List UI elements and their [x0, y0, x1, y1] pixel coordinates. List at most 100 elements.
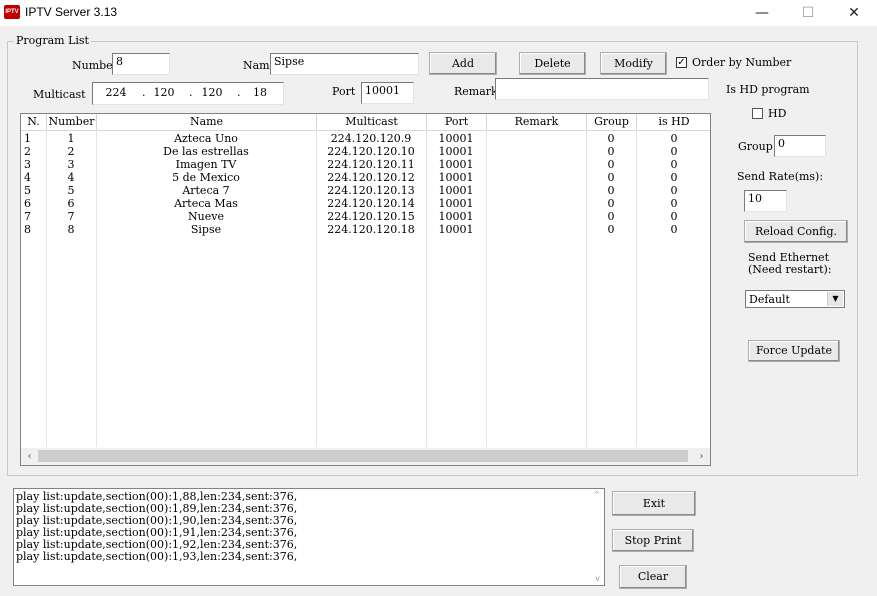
cell-name: Azteca Uno	[174, 132, 238, 145]
number-field[interactable]: 8	[112, 53, 170, 75]
table-row[interactable]: 3 3 Imagen TV 224.120.120.11 10001 0 0	[21, 158, 710, 171]
force-update-button[interactable]: Force Update	[748, 340, 840, 362]
column-header-name[interactable]: Name	[97, 114, 317, 130]
table-row[interactable]: 1 1 Azteca Uno 224.120.120.9 10001 0 0	[21, 132, 710, 145]
minimize-button[interactable]: —	[739, 0, 785, 26]
add-button[interactable]: Add	[429, 52, 497, 75]
cell-is-hd: 0	[670, 171, 678, 184]
column-header-multicast[interactable]: Multicast	[317, 114, 427, 130]
ip-separator: .	[237, 86, 241, 99]
is-hd-program-label: Is HD program	[726, 83, 810, 96]
group-field[interactable]: 0	[774, 135, 826, 157]
cell-remark	[487, 223, 585, 236]
cell-name: 5 de Mexico	[172, 171, 240, 184]
multicast-ip-field[interactable]: 224 . 120 . 120 . 18	[92, 82, 284, 105]
multicast-octet-4[interactable]: 18	[245, 86, 275, 99]
multicast-octet-1[interactable]: 224	[101, 86, 131, 99]
app-icon: IPTV	[4, 5, 20, 19]
cell-name: De las estrellas	[163, 145, 249, 158]
cell-port: 10001	[438, 223, 474, 236]
cell-multicast: 224.120.120.11	[327, 158, 415, 171]
cell-group: 0	[607, 171, 615, 184]
ip-separator: .	[189, 86, 193, 99]
send-rate-label: Send Rate(ms):	[737, 170, 824, 183]
cell-name: Imagen TV	[175, 158, 237, 171]
cell-number: 6	[67, 197, 75, 210]
stop-print-button[interactable]: Stop Print	[612, 529, 694, 552]
table-row[interactable]: 2 2 De las estrellas 224.120.120.10 1000…	[21, 145, 710, 158]
cell-n: 8	[24, 223, 31, 236]
cell-n: 5	[24, 184, 31, 197]
scroll-up-icon[interactable]: ^	[593, 490, 600, 499]
maximize-button[interactable]: ☐	[785, 0, 831, 26]
cell-number: 3	[67, 158, 75, 171]
table-row[interactable]: 7 7 Nueve 224.120.120.15 10001 0 0	[21, 210, 710, 223]
cell-remark	[487, 197, 585, 210]
chevron-down-icon[interactable]: ▼	[827, 292, 843, 306]
scroll-down-icon[interactable]: v	[595, 574, 600, 583]
send-rate-field[interactable]: 10	[744, 190, 787, 212]
log-line: play list:update,section(00):1,93,len:23…	[16, 550, 298, 563]
cell-group: 0	[607, 223, 615, 236]
cell-multicast: 224.120.120.18	[327, 223, 415, 236]
cell-multicast: 224.120.120.14	[327, 197, 415, 210]
ethernet-selected-value: Default	[749, 293, 790, 306]
close-button[interactable]: ✕	[831, 0, 877, 26]
multicast-label: Multicast	[33, 88, 86, 101]
column-header-remark[interactable]: Remark	[487, 114, 587, 130]
multicast-octet-3[interactable]: 120	[197, 86, 227, 99]
clear-button[interactable]: Clear	[619, 565, 687, 589]
cell-group: 0	[607, 210, 615, 223]
cell-port: 10001	[438, 184, 474, 197]
table-row[interactable]: 6 6 Arteca Mas 224.120.120.14 10001 0 0	[21, 197, 710, 210]
port-label: Port	[332, 85, 356, 98]
column-header-group[interactable]: Group	[587, 114, 637, 130]
cell-remark	[487, 210, 585, 223]
hd-checkbox[interactable]	[752, 108, 763, 119]
table-row[interactable]: 8 8 Sipse 224.120.120.18 10001 0 0	[21, 223, 710, 236]
scroll-right-icon[interactable]: ›	[693, 448, 710, 465]
order-by-number-label: Order by Number	[692, 56, 792, 69]
cell-port: 10001	[438, 197, 474, 210]
cell-n: 1	[24, 132, 31, 145]
column-header-port[interactable]: Port	[427, 114, 487, 130]
cell-number: 5	[67, 184, 75, 197]
order-by-number-checkbox[interactable]: ✓	[676, 57, 687, 68]
cell-remark	[487, 132, 585, 145]
cell-multicast: 224.120.120.15	[327, 210, 415, 223]
column-header-number[interactable]: Number	[47, 114, 97, 130]
ethernet-select[interactable]: Default ▼	[745, 290, 845, 308]
cell-remark	[487, 184, 585, 197]
cell-n: 7	[24, 210, 31, 223]
hd-label: HD	[768, 107, 787, 120]
checkmark-icon: ✓	[677, 57, 686, 68]
cell-port: 10001	[438, 145, 474, 158]
cell-remark	[487, 158, 585, 171]
cell-is-hd: 0	[670, 158, 678, 171]
scrollbar-thumb[interactable]	[38, 450, 688, 462]
table-row[interactable]: 5 5 Arteca 7 224.120.120.13 10001 0 0	[21, 184, 710, 197]
name-field[interactable]: Sipse	[270, 53, 419, 75]
cell-port: 10001	[438, 132, 474, 145]
port-field[interactable]: 10001	[361, 82, 414, 104]
remark-field[interactable]	[495, 78, 709, 100]
horizontal-scrollbar[interactable]: ‹ ›	[21, 448, 710, 465]
delete-button[interactable]: Delete	[519, 52, 586, 75]
cell-multicast: 224.120.120.12	[327, 171, 415, 184]
modify-button[interactable]: Modify	[600, 52, 667, 75]
table-row[interactable]: 4 4 5 de Mexico 224.120.120.12 10001 0 0	[21, 171, 710, 184]
cell-number: 8	[67, 223, 75, 236]
column-header-is-hd[interactable]: is HD	[637, 114, 710, 130]
multicast-octet-2[interactable]: 120	[149, 86, 179, 99]
column-header-n[interactable]: N.	[21, 114, 47, 130]
exit-button[interactable]: Exit	[612, 491, 696, 516]
cell-group: 0	[607, 158, 615, 171]
log-output[interactable]: play list:update,section(00):1,88,len:23…	[13, 488, 605, 586]
scroll-left-icon[interactable]: ‹	[21, 448, 38, 465]
cell-number: 1	[67, 132, 75, 145]
program-table[interactable]: N. Number Name Multicast Port Remark Gro…	[20, 113, 711, 466]
reload-config-button[interactable]: Reload Config.	[744, 220, 848, 243]
cell-group: 0	[607, 145, 615, 158]
group-label: Group	[738, 140, 773, 153]
cell-number: 7	[67, 210, 75, 223]
